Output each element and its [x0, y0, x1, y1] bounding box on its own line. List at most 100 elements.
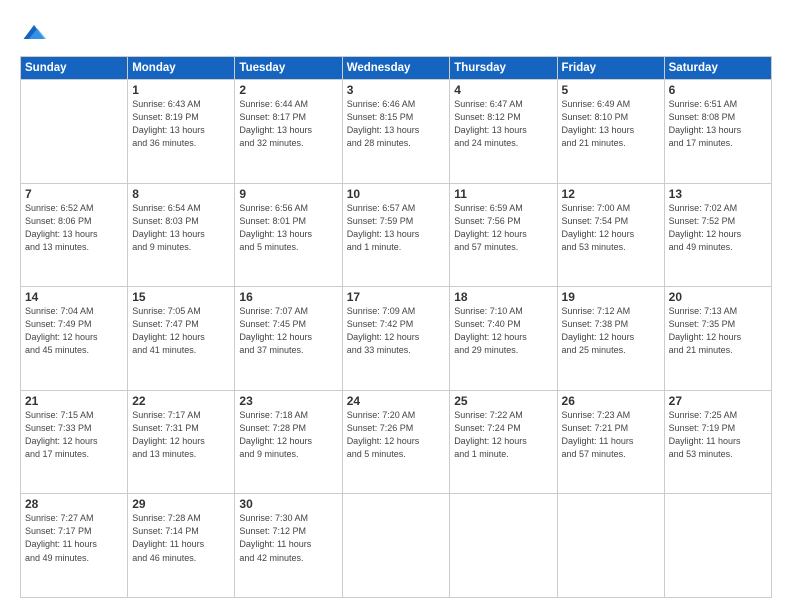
- day-info: Sunrise: 6:51 AM Sunset: 8:08 PM Dayligh…: [669, 98, 767, 150]
- day-info: Sunrise: 7:18 AM Sunset: 7:28 PM Dayligh…: [239, 409, 337, 461]
- day-number: 15: [132, 290, 230, 304]
- weekday-header-friday: Friday: [557, 57, 664, 80]
- calendar-cell: 17Sunrise: 7:09 AM Sunset: 7:42 PM Dayli…: [342, 287, 450, 391]
- day-info: Sunrise: 7:10 AM Sunset: 7:40 PM Dayligh…: [454, 305, 552, 357]
- day-info: Sunrise: 7:30 AM Sunset: 7:12 PM Dayligh…: [239, 512, 337, 564]
- day-info: Sunrise: 7:05 AM Sunset: 7:47 PM Dayligh…: [132, 305, 230, 357]
- calendar-cell: [557, 494, 664, 598]
- calendar-cell: 12Sunrise: 7:00 AM Sunset: 7:54 PM Dayli…: [557, 183, 664, 287]
- calendar-cell: 13Sunrise: 7:02 AM Sunset: 7:52 PM Dayli…: [664, 183, 771, 287]
- weekday-header-sunday: Sunday: [21, 57, 128, 80]
- weekday-header-thursday: Thursday: [450, 57, 557, 80]
- day-number: 30: [239, 497, 337, 511]
- calendar-cell: 8Sunrise: 6:54 AM Sunset: 8:03 PM Daylig…: [128, 183, 235, 287]
- calendar-table: SundayMondayTuesdayWednesdayThursdayFrid…: [20, 56, 772, 598]
- calendar-cell: 25Sunrise: 7:22 AM Sunset: 7:24 PM Dayli…: [450, 390, 557, 494]
- calendar-cell: 28Sunrise: 7:27 AM Sunset: 7:17 PM Dayli…: [21, 494, 128, 598]
- day-number: 21: [25, 394, 123, 408]
- day-number: 29: [132, 497, 230, 511]
- calendar-cell: 14Sunrise: 7:04 AM Sunset: 7:49 PM Dayli…: [21, 287, 128, 391]
- calendar-cell: 2Sunrise: 6:44 AM Sunset: 8:17 PM Daylig…: [235, 80, 342, 184]
- day-info: Sunrise: 7:25 AM Sunset: 7:19 PM Dayligh…: [669, 409, 767, 461]
- day-info: Sunrise: 7:20 AM Sunset: 7:26 PM Dayligh…: [347, 409, 446, 461]
- calendar-cell: 3Sunrise: 6:46 AM Sunset: 8:15 PM Daylig…: [342, 80, 450, 184]
- day-number: 5: [562, 83, 660, 97]
- day-number: 12: [562, 187, 660, 201]
- day-info: Sunrise: 7:27 AM Sunset: 7:17 PM Dayligh…: [25, 512, 123, 564]
- day-number: 26: [562, 394, 660, 408]
- day-number: 25: [454, 394, 552, 408]
- calendar-week-5: 28Sunrise: 7:27 AM Sunset: 7:17 PM Dayli…: [21, 494, 772, 598]
- day-number: 1: [132, 83, 230, 97]
- calendar-cell: 22Sunrise: 7:17 AM Sunset: 7:31 PM Dayli…: [128, 390, 235, 494]
- calendar-week-4: 21Sunrise: 7:15 AM Sunset: 7:33 PM Dayli…: [21, 390, 772, 494]
- weekday-header-saturday: Saturday: [664, 57, 771, 80]
- day-info: Sunrise: 6:56 AM Sunset: 8:01 PM Dayligh…: [239, 202, 337, 254]
- calendar-cell: 24Sunrise: 7:20 AM Sunset: 7:26 PM Dayli…: [342, 390, 450, 494]
- day-info: Sunrise: 7:07 AM Sunset: 7:45 PM Dayligh…: [239, 305, 337, 357]
- day-number: 11: [454, 187, 552, 201]
- day-info: Sunrise: 7:13 AM Sunset: 7:35 PM Dayligh…: [669, 305, 767, 357]
- day-number: 7: [25, 187, 123, 201]
- day-number: 23: [239, 394, 337, 408]
- day-number: 28: [25, 497, 123, 511]
- header: [20, 18, 772, 46]
- calendar-cell: 19Sunrise: 7:12 AM Sunset: 7:38 PM Dayli…: [557, 287, 664, 391]
- calendar-cell: [450, 494, 557, 598]
- calendar-cell: 23Sunrise: 7:18 AM Sunset: 7:28 PM Dayli…: [235, 390, 342, 494]
- day-number: 13: [669, 187, 767, 201]
- calendar-cell: [664, 494, 771, 598]
- calendar-cell: 27Sunrise: 7:25 AM Sunset: 7:19 PM Dayli…: [664, 390, 771, 494]
- calendar-cell: 6Sunrise: 6:51 AM Sunset: 8:08 PM Daylig…: [664, 80, 771, 184]
- day-number: 18: [454, 290, 552, 304]
- weekday-header-tuesday: Tuesday: [235, 57, 342, 80]
- day-info: Sunrise: 6:52 AM Sunset: 8:06 PM Dayligh…: [25, 202, 123, 254]
- weekday-header-monday: Monday: [128, 57, 235, 80]
- day-number: 20: [669, 290, 767, 304]
- day-info: Sunrise: 7:12 AM Sunset: 7:38 PM Dayligh…: [562, 305, 660, 357]
- day-info: Sunrise: 7:15 AM Sunset: 7:33 PM Dayligh…: [25, 409, 123, 461]
- calendar-cell: 15Sunrise: 7:05 AM Sunset: 7:47 PM Dayli…: [128, 287, 235, 391]
- calendar-cell: [342, 494, 450, 598]
- day-number: 19: [562, 290, 660, 304]
- day-info: Sunrise: 7:17 AM Sunset: 7:31 PM Dayligh…: [132, 409, 230, 461]
- calendar-cell: 16Sunrise: 7:07 AM Sunset: 7:45 PM Dayli…: [235, 287, 342, 391]
- day-number: 9: [239, 187, 337, 201]
- day-info: Sunrise: 7:02 AM Sunset: 7:52 PM Dayligh…: [669, 202, 767, 254]
- day-info: Sunrise: 6:47 AM Sunset: 8:12 PM Dayligh…: [454, 98, 552, 150]
- calendar-cell: 11Sunrise: 6:59 AM Sunset: 7:56 PM Dayli…: [450, 183, 557, 287]
- day-info: Sunrise: 6:44 AM Sunset: 8:17 PM Dayligh…: [239, 98, 337, 150]
- calendar-cell: 10Sunrise: 6:57 AM Sunset: 7:59 PM Dayli…: [342, 183, 450, 287]
- calendar-cell: 4Sunrise: 6:47 AM Sunset: 8:12 PM Daylig…: [450, 80, 557, 184]
- calendar-cell: 18Sunrise: 7:10 AM Sunset: 7:40 PM Dayli…: [450, 287, 557, 391]
- day-info: Sunrise: 6:43 AM Sunset: 8:19 PM Dayligh…: [132, 98, 230, 150]
- day-info: Sunrise: 7:28 AM Sunset: 7:14 PM Dayligh…: [132, 512, 230, 564]
- day-info: Sunrise: 7:23 AM Sunset: 7:21 PM Dayligh…: [562, 409, 660, 461]
- weekday-header-row: SundayMondayTuesdayWednesdayThursdayFrid…: [21, 57, 772, 80]
- day-info: Sunrise: 6:57 AM Sunset: 7:59 PM Dayligh…: [347, 202, 446, 254]
- calendar-cell: 9Sunrise: 6:56 AM Sunset: 8:01 PM Daylig…: [235, 183, 342, 287]
- day-info: Sunrise: 7:22 AM Sunset: 7:24 PM Dayligh…: [454, 409, 552, 461]
- day-info: Sunrise: 6:49 AM Sunset: 8:10 PM Dayligh…: [562, 98, 660, 150]
- day-info: Sunrise: 6:46 AM Sunset: 8:15 PM Dayligh…: [347, 98, 446, 150]
- day-number: 16: [239, 290, 337, 304]
- day-info: Sunrise: 6:59 AM Sunset: 7:56 PM Dayligh…: [454, 202, 552, 254]
- day-number: 3: [347, 83, 446, 97]
- page: SundayMondayTuesdayWednesdayThursdayFrid…: [0, 0, 792, 612]
- calendar-cell: [21, 80, 128, 184]
- day-number: 8: [132, 187, 230, 201]
- day-number: 2: [239, 83, 337, 97]
- logo-icon: [20, 18, 48, 46]
- calendar-cell: 7Sunrise: 6:52 AM Sunset: 8:06 PM Daylig…: [21, 183, 128, 287]
- logo: [20, 18, 52, 46]
- calendar-cell: 29Sunrise: 7:28 AM Sunset: 7:14 PM Dayli…: [128, 494, 235, 598]
- calendar-week-2: 7Sunrise: 6:52 AM Sunset: 8:06 PM Daylig…: [21, 183, 772, 287]
- weekday-header-wednesday: Wednesday: [342, 57, 450, 80]
- calendar-week-1: 1Sunrise: 6:43 AM Sunset: 8:19 PM Daylig…: [21, 80, 772, 184]
- day-number: 4: [454, 83, 552, 97]
- calendar-cell: 5Sunrise: 6:49 AM Sunset: 8:10 PM Daylig…: [557, 80, 664, 184]
- calendar-cell: 20Sunrise: 7:13 AM Sunset: 7:35 PM Dayli…: [664, 287, 771, 391]
- calendar-cell: 30Sunrise: 7:30 AM Sunset: 7:12 PM Dayli…: [235, 494, 342, 598]
- day-number: 24: [347, 394, 446, 408]
- day-number: 14: [25, 290, 123, 304]
